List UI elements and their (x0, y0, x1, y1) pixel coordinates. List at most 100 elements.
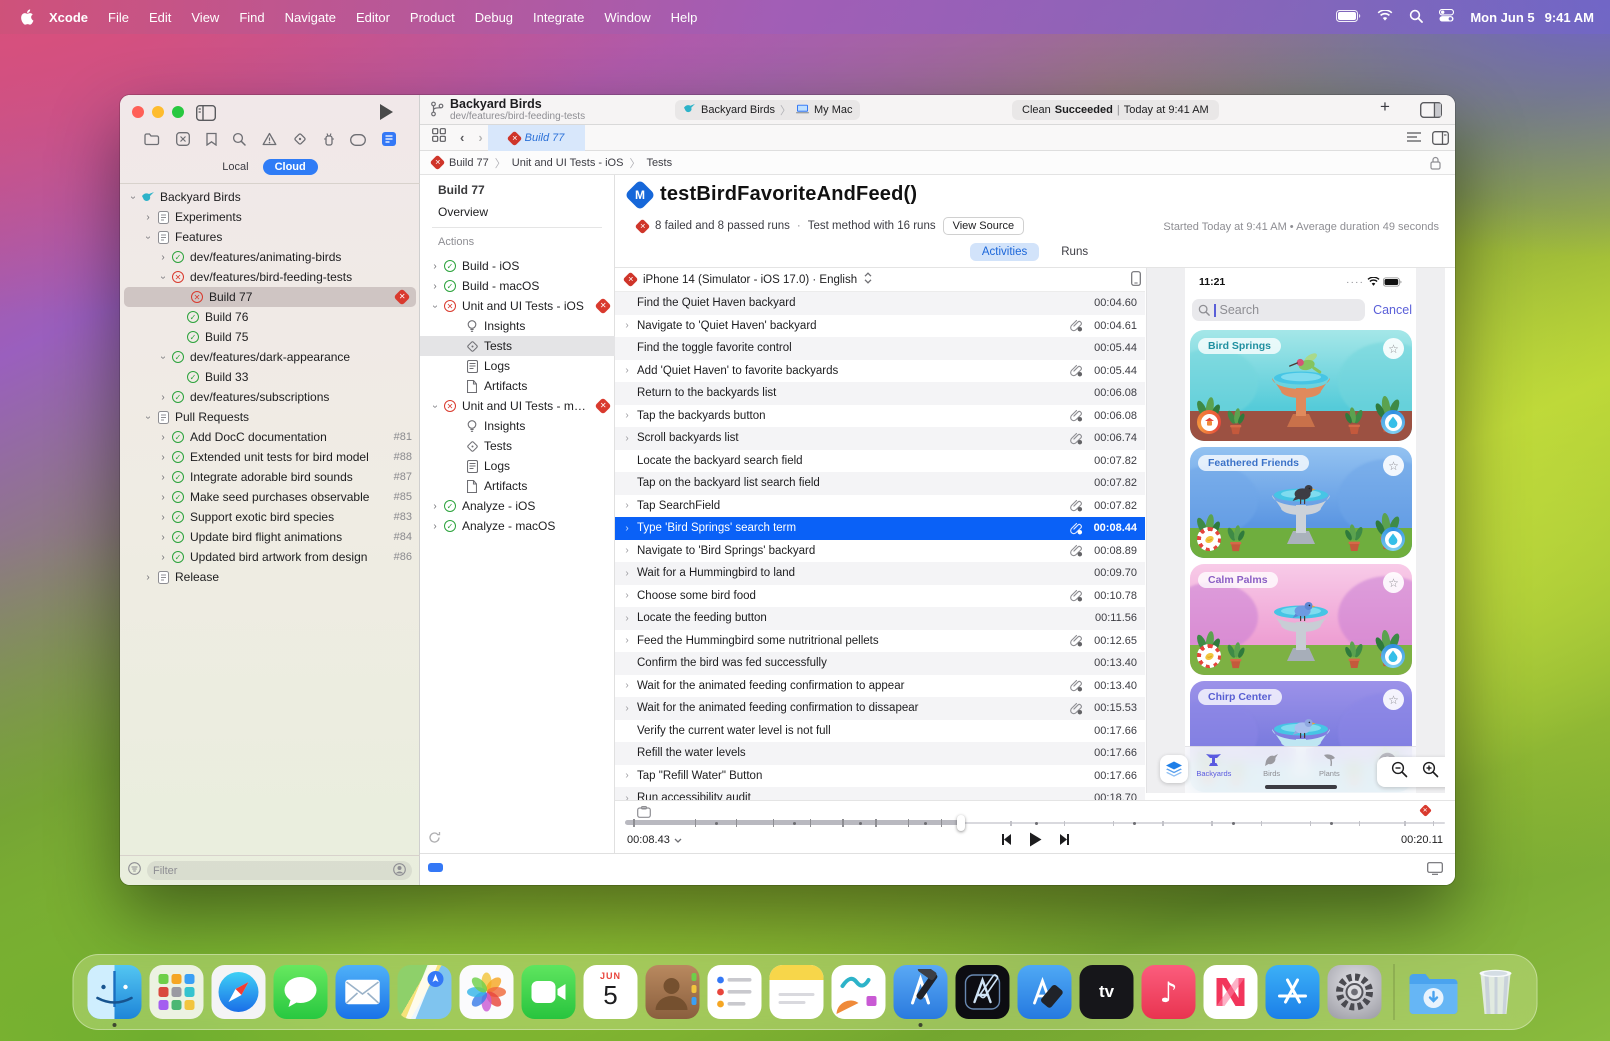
device-screenshot-icon[interactable] (1131, 271, 1141, 289)
navigator-row-release[interactable]: ›Release (120, 567, 420, 587)
disclosure-icon[interactable]: › (621, 635, 633, 646)
test-step-row[interactable]: ›Add 'Quiet Haven' to favorite backyards… (615, 360, 1145, 383)
test-step-row[interactable]: ›Scroll backyards list00:06.74 (615, 427, 1145, 450)
step-forward-button[interactable] (1056, 833, 1071, 849)
navigator-row-extended-unit-tests-for-bird-model[interactable]: ›✓Extended unit tests for bird model#88 (120, 447, 420, 467)
menu-view[interactable]: View (181, 10, 229, 25)
disclosure-icon[interactable]: › (430, 399, 441, 413)
dock-music-icon[interactable]: ♪ (1142, 965, 1196, 1019)
menubar-date[interactable]: Mon Jun 5 (1470, 10, 1534, 25)
disclosure-icon[interactable]: › (430, 299, 441, 313)
disclosure-icon[interactable]: › (621, 365, 633, 376)
test-step-row[interactable]: Find the Quiet Haven backyard00:04.60 (615, 292, 1145, 315)
report-tab-runs[interactable]: Runs (1049, 243, 1100, 261)
disclosure-icon[interactable]: › (158, 270, 169, 284)
navigator-row-dev-features-subscriptions[interactable]: ›✓dev/features/subscriptions (120, 387, 420, 407)
build-action-logs[interactable]: Logs (420, 456, 615, 476)
test-step-row[interactable]: Locate the backyard search field00:07.82 (615, 450, 1145, 473)
test-step-row[interactable]: ›Tap the backyards button00:06.08 (615, 405, 1145, 428)
project-navigator-icon[interactable] (144, 132, 160, 151)
test-step-row[interactable]: ›Wait for a Hummingbird to land00:09.70 (615, 562, 1145, 585)
disclosure-icon[interactable]: › (156, 552, 170, 563)
menu-file[interactable]: File (98, 10, 139, 25)
dock-xcode-icon[interactable] (894, 965, 948, 1019)
build-action-build-macos[interactable]: ›✓Build - macOS (420, 276, 615, 296)
timeline-track[interactable] (625, 819, 1445, 827)
favorite-star-icon[interactable]: ☆ (1383, 689, 1404, 710)
add-editor-plus-button[interactable]: + (1380, 97, 1390, 117)
dock-launchpad-icon[interactable] (150, 965, 204, 1019)
dock-facetime-icon[interactable] (522, 965, 576, 1019)
disclosure-icon[interactable]: › (621, 410, 633, 421)
navigator-row-features[interactable]: ›Features (120, 227, 420, 247)
test-navigator-icon[interactable] (293, 132, 307, 151)
backyard-card-feathered-friends[interactable]: Feathered Friends☆ (1190, 447, 1412, 558)
disclosure-icon[interactable]: › (621, 545, 633, 556)
test-step-row[interactable]: ›Feed the Hummingbird some nutritrional … (615, 630, 1145, 653)
refresh-icon[interactable] (428, 831, 441, 847)
zoom-in-button[interactable] (1422, 761, 1439, 783)
sim-cancel-button[interactable]: Cancel (1373, 303, 1416, 317)
test-step-row[interactable]: Find the toggle favorite control00:05.44 (615, 337, 1145, 360)
navigator-row-build-77[interactable]: ✕Build 77✕ (124, 287, 416, 307)
build-action-logs[interactable]: Logs (420, 356, 615, 376)
backyard-card-calm-palms[interactable]: Calm Palms☆ (1190, 564, 1412, 675)
disclosure-icon[interactable]: › (156, 452, 170, 463)
build-action-tests[interactable]: Tests (420, 436, 615, 456)
forward-nav-icon[interactable]: › (478, 130, 482, 145)
dock-reminders-icon[interactable] (708, 965, 762, 1019)
disclosure-icon[interactable]: › (128, 190, 139, 204)
menu-product[interactable]: Product (400, 10, 465, 25)
dock-contacts-icon[interactable] (646, 965, 700, 1019)
navigator-row-build-76[interactable]: ✓Build 76 (120, 307, 420, 327)
spotlight-icon[interactable] (1409, 9, 1423, 26)
feeder-badge-icon[interactable] (1197, 410, 1221, 434)
navigator-row-update-bird-flight-animations[interactable]: ›✓Update bird flight animations#84 (120, 527, 420, 547)
test-step-row[interactable]: Verify the current water level is not fu… (615, 720, 1145, 743)
test-step-row[interactable]: Confirm the bird was fed successfully00:… (615, 652, 1145, 675)
issue-navigator-icon[interactable] (262, 132, 277, 151)
back-nav-icon[interactable]: ‹ (460, 130, 464, 145)
menubar-clock[interactable]: 9:41 AM (1545, 10, 1594, 25)
zoom-out-button[interactable] (1391, 761, 1408, 783)
timeline-playhead[interactable] (957, 815, 965, 831)
zoom-window-button[interactable] (172, 106, 184, 118)
split-editor-icon[interactable] (1432, 131, 1449, 150)
disclosure-icon[interactable]: › (621, 590, 633, 601)
disclosure-icon[interactable]: › (428, 501, 442, 512)
test-step-row[interactable]: ›Navigate to 'Bird Springs' backyard00:0… (615, 540, 1145, 563)
test-step-row[interactable]: ›Wait for the animated feeding confirmat… (615, 697, 1145, 720)
sim-search-field[interactable]: Search (1192, 299, 1365, 321)
dock-calendar-icon[interactable]: JUN5 (584, 965, 638, 1019)
dock-notes-icon[interactable] (770, 965, 824, 1019)
step-backward-button[interactable] (1000, 833, 1015, 849)
dock-developer-icon[interactable] (956, 965, 1010, 1019)
disclosure-icon[interactable]: › (156, 472, 170, 483)
test-step-row[interactable]: ›Choose some bird food00:10.78 (615, 585, 1145, 608)
drop-badge-icon[interactable] (1381, 527, 1405, 551)
editor-options-icon[interactable] (1406, 131, 1422, 149)
disclosure-icon[interactable]: › (621, 703, 633, 714)
filter-input[interactable]: Filter (147, 861, 412, 880)
disclosure-icon[interactable]: › (621, 523, 633, 534)
disclosure-icon[interactable]: › (621, 613, 633, 624)
test-step-row[interactable]: ›Navigate to 'Quiet Haven' backyard00:04… (615, 315, 1145, 338)
navigator-row-dev-features-dark-appearance[interactable]: ›✓dev/features/dark-appearance (120, 347, 420, 367)
navigator-row-experiments[interactable]: ›Experiments (120, 207, 420, 227)
report-tab-activities[interactable]: Activities (970, 243, 1039, 261)
dock-safari-icon[interactable] (212, 965, 266, 1019)
test-step-row[interactable]: ›Wait for the animated feeding confirmat… (615, 675, 1145, 698)
dock-app-store-icon[interactable] (1266, 965, 1320, 1019)
tab-build-77[interactable]: ✕ Build 77 (488, 125, 585, 151)
sim-tab-plants[interactable]: Plants (1306, 752, 1352, 778)
layers-overlay-button[interactable] (1160, 755, 1188, 783)
jumpbar-action[interactable]: Unit and UI Tests - iOS (512, 157, 624, 169)
disclosure-icon[interactable]: › (158, 350, 169, 364)
filter-menu-icon[interactable] (128, 862, 141, 880)
disclosure-icon[interactable]: › (156, 532, 170, 543)
disclosure-icon[interactable]: › (621, 568, 633, 579)
navigator-row-dev-features-animating-birds[interactable]: ›✓dev/features/animating-birds (120, 247, 420, 267)
build-action-artifacts[interactable]: Artifacts (420, 376, 615, 396)
debug-navigator-icon[interactable] (323, 132, 335, 151)
play-button[interactable] (1029, 832, 1042, 850)
